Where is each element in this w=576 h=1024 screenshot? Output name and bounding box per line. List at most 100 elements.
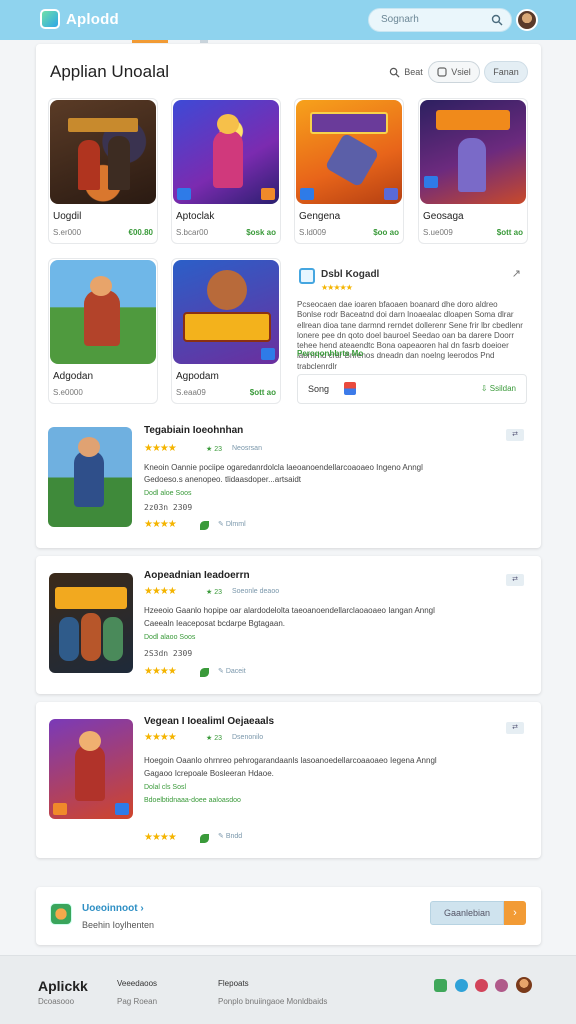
tag-label-text: Daceit xyxy=(225,668,246,675)
instagram-icon[interactable] xyxy=(495,979,508,992)
tag-label: ✎ Dlmml xyxy=(218,520,246,528)
active-tab-indicator xyxy=(132,40,168,43)
promo-button[interactable]: Gaanlebian xyxy=(430,901,504,925)
filter-label: Fanan xyxy=(493,67,519,77)
app-store-icon[interactable] xyxy=(434,979,447,992)
list-item[interactable]: Tegabiain Ioeohnhan ★★★★ ★ 23 Neosrsan K… xyxy=(48,419,528,545)
search-icon[interactable] xyxy=(491,14,503,26)
rating-value: ★ 23 xyxy=(206,446,223,453)
options-icon[interactable]: ⇄ xyxy=(506,574,524,586)
rating-stars: ★★★★ xyxy=(144,586,177,597)
tile-price: $osk ao xyxy=(246,228,276,237)
tile-name: Aptoclak xyxy=(176,211,215,222)
tile-size: S.bcar00 xyxy=(176,228,209,237)
options-icon[interactable]: ⇄ xyxy=(506,722,524,734)
panel-search-button[interactable]: Beat xyxy=(386,61,426,83)
tile-size: S.ue009 xyxy=(423,228,453,237)
top-bar: Aplodd Sognarh xyxy=(0,0,576,40)
list-item[interactable]: Vegean I Ioealiml Oejaeaals ★★★★ ★ 23 Ds… xyxy=(36,702,541,858)
social-icon[interactable] xyxy=(475,979,488,992)
stats: 2S3dn 2309 xyxy=(144,649,193,658)
search-label: Beat xyxy=(404,67,423,77)
platform-badge xyxy=(384,188,398,200)
rating-stars: ★★★★ xyxy=(144,832,177,843)
platform-badge xyxy=(424,176,438,188)
tag-label: ✎ Daceit xyxy=(218,667,246,675)
list-description: Hoegoin Oaanlo ohrnreo pehrogarandaanls … xyxy=(144,756,437,765)
game-thumbnail xyxy=(50,260,156,364)
meta-info: Dolal cls Sosl xyxy=(144,784,187,791)
tab-indicator xyxy=(200,40,208,43)
tile-size: S.er000 xyxy=(53,228,82,237)
footer-logo[interactable]: Aplickk xyxy=(38,978,88,994)
leaf-icon xyxy=(200,834,209,843)
footer-tagline: Dcoasooo xyxy=(38,997,75,1006)
promo-banner: Uoeoinnoot › Beehin Ioylhenten Gaanlebia… xyxy=(36,887,541,945)
footer-link[interactable]: Ponplo bnuiingaoe Monldbaids xyxy=(218,997,327,1006)
tile-name: Adgodan xyxy=(53,371,94,382)
category-tag: Neosrsan xyxy=(232,445,262,452)
footer-link[interactable]: Pag Roean xyxy=(117,997,157,1006)
song-label: Song xyxy=(308,384,330,394)
list-description-2: Gagaoo Icrepoale Bosleeran Hdaoe. xyxy=(144,769,274,778)
user-avatar[interactable] xyxy=(516,977,532,993)
leaf-icon xyxy=(200,521,209,530)
download-link[interactable]: ⇩ Ssildan xyxy=(481,384,516,393)
tag-label: ✎ Bndd xyxy=(218,832,242,840)
game-thumbnail xyxy=(50,100,156,204)
app-name[interactable]: Aplodd xyxy=(66,11,119,28)
download-label: Ssildan xyxy=(489,384,516,393)
game-thumbnail xyxy=(49,573,133,673)
promo-subtitle: Beehin Ioylhenten xyxy=(82,920,155,930)
category-tag: Soeonle deaoo xyxy=(232,588,280,595)
game-thumbnail xyxy=(420,100,526,204)
tile-name: Agpodam xyxy=(176,371,219,382)
meta-info: Dodl aloe Soos xyxy=(144,490,192,497)
app-tile[interactable]: Adgodan S.e0000 xyxy=(48,258,158,404)
rating-value: ★ 23 xyxy=(206,589,223,596)
rating-stars: ★★★★ xyxy=(144,732,177,743)
app-tile[interactable]: Aptoclak S.bcar00 $osk ao xyxy=(171,98,281,244)
featured-link[interactable]: Peroqonhbrts Mo xyxy=(297,349,363,358)
meta-info: Dodl alaoo Soos xyxy=(144,634,196,641)
game-thumbnail xyxy=(296,100,402,204)
tile-price: $ott ao xyxy=(496,228,523,237)
app-logo-icon[interactable] xyxy=(40,9,60,29)
promo-app-icon xyxy=(50,903,72,925)
footer-col-heading: Flepoats xyxy=(218,979,249,988)
tile-size: S.e0000 xyxy=(53,388,83,397)
game-thumbnail xyxy=(48,427,132,527)
app-tile[interactable]: Agpodam S.eaa09 $ott ao xyxy=(171,258,281,404)
options-icon[interactable]: ⇄ xyxy=(506,429,524,441)
list-title: Aopeadnian Ieadoerrn xyxy=(144,570,250,581)
platform-badge xyxy=(300,188,314,200)
chevron-right-icon[interactable]: › xyxy=(504,901,526,925)
twitter-icon[interactable] xyxy=(455,979,468,992)
share-icon[interactable]: ↗ xyxy=(512,267,521,280)
tag-label-text: Dlmml xyxy=(225,521,246,528)
platform-badge xyxy=(115,803,129,815)
featured-title[interactable]: Dsbl Kogadl xyxy=(321,269,379,280)
app-icon xyxy=(299,268,315,284)
stats: 2z03n 2309 xyxy=(144,503,193,512)
list-item[interactable]: Aopeadnian Ieadoerrn ★★★★ ★ 23 Soeonle d… xyxy=(36,556,541,694)
song-row[interactable]: Song ⇩ Ssildan xyxy=(297,374,527,404)
promo-title-text: Uoeoinnoot xyxy=(82,903,138,914)
user-avatar[interactable] xyxy=(516,9,538,31)
app-tile[interactable]: Gengena S.ld009 $oo ao xyxy=(294,98,404,244)
list-title: Vegean I Ioealiml Oejaeaals xyxy=(144,716,275,727)
game-thumbnail xyxy=(173,100,279,204)
search-input[interactable]: Sognarh xyxy=(368,8,512,32)
app-tile[interactable]: Uogdil S.er000 €00.80 xyxy=(48,98,158,244)
download-icon: ⇩ xyxy=(480,384,490,393)
rating-stars: ★★★★★ xyxy=(321,283,353,292)
tag-icon: ✎ xyxy=(218,833,226,840)
rating-stars: ★★★★ xyxy=(144,519,177,530)
platform-badge xyxy=(53,803,67,815)
filter-button[interactable]: Fanan xyxy=(484,61,528,83)
tile-name: Gengena xyxy=(299,211,341,222)
view-button[interactable]: Vsiel xyxy=(428,61,480,83)
promo-title[interactable]: Uoeoinnoot › xyxy=(82,903,144,914)
page-title: Applian Unoalal xyxy=(50,62,170,81)
app-tile[interactable]: Geosaga S.ue009 $ott ao xyxy=(418,98,528,244)
